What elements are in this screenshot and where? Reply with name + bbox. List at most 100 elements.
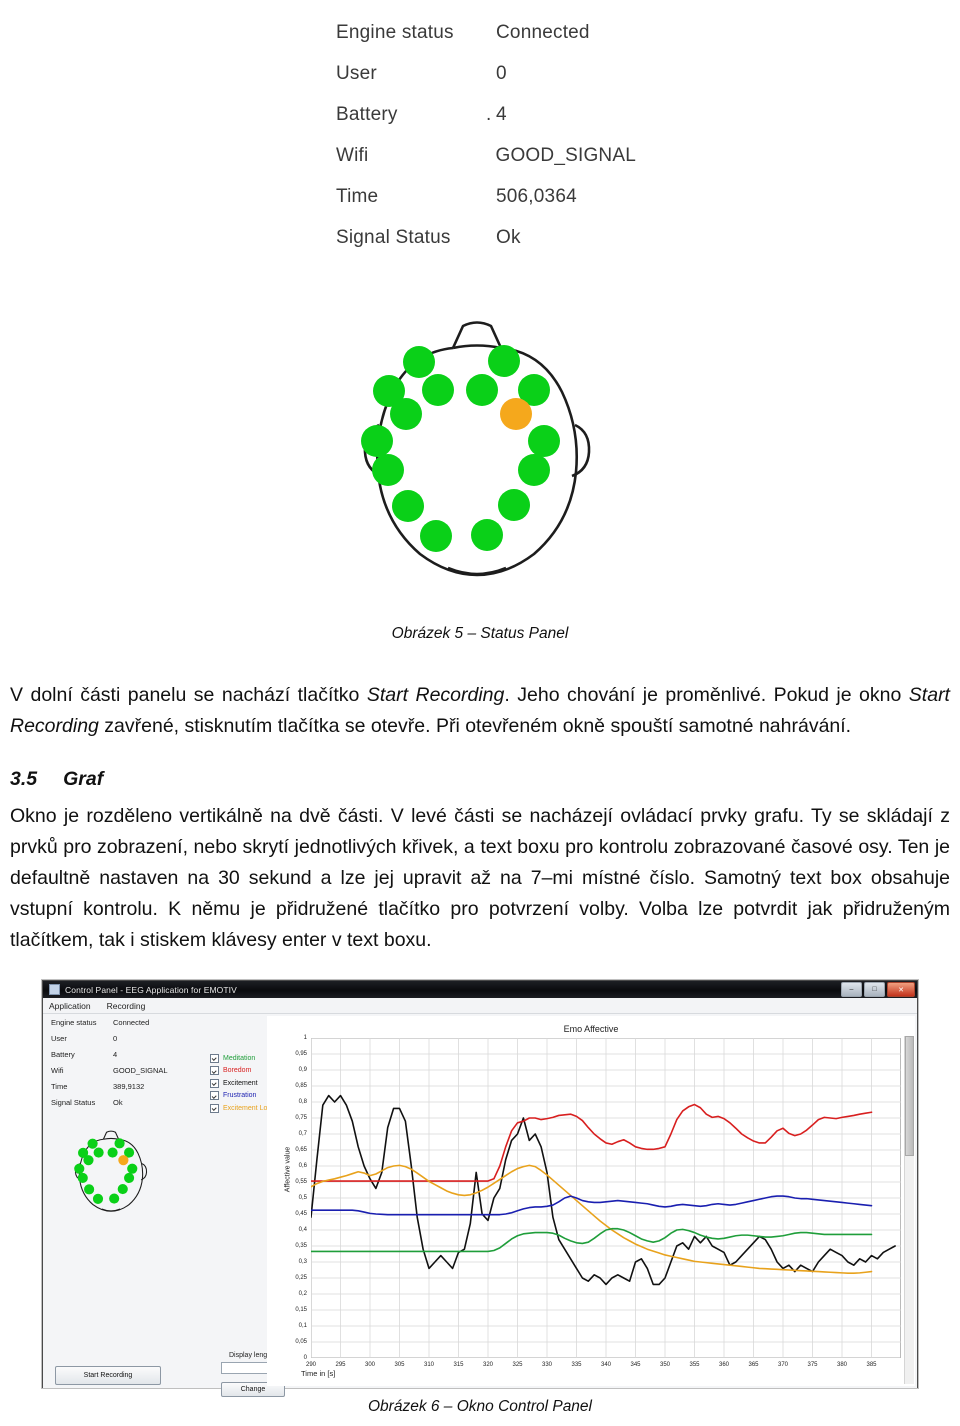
app-status-key: Battery: [51, 1049, 75, 1059]
y-tick-label: 0,75: [295, 1115, 307, 1121]
scrollbar-thumb[interactable]: [905, 1036, 914, 1156]
x-tick-label: 345: [630, 1362, 641, 1368]
close-button[interactable]: ✕: [887, 982, 915, 997]
electrode-good: [518, 454, 550, 486]
electrode-good: [528, 425, 560, 457]
status-key: Wifi: [336, 145, 369, 166]
section-number: 3.5: [10, 768, 38, 790]
app-status-value: 389,9132: [113, 1081, 145, 1091]
electrode-group-small: [74, 1138, 138, 1204]
electrode-warning: [118, 1155, 129, 1166]
x-tick-label: 340: [600, 1362, 612, 1368]
p1-part-c: zavřené, stisknutím tlačítka se otevře. …: [98, 715, 852, 737]
status-row: Signal Status Ok: [336, 227, 636, 268]
chart-plot-area: [311, 1038, 901, 1358]
p1-part-a: V dolní části panelu se nachází tlačítko: [10, 684, 367, 706]
figure-5-caption: Obrázek 5 – Status Panel: [391, 625, 569, 642]
x-tick-label: 310: [423, 1362, 435, 1368]
electrode-good: [93, 1147, 104, 1158]
window-title: Control Panel - EEG Application for EMOT…: [65, 984, 237, 995]
checkbox-icon[interactable]: [210, 1078, 219, 1088]
electrode-good: [498, 489, 530, 521]
checkbox-icon[interactable]: [210, 1053, 219, 1063]
status-row: Battery . 4: [336, 104, 636, 145]
y-tick-label: 0,2: [298, 1291, 307, 1297]
checkbox-excitement-long[interactable]: Excitement Long: [210, 1102, 275, 1115]
status-value: 0: [496, 63, 507, 84]
app-status-key: Signal Status: [51, 1097, 96, 1107]
status-row: User 0: [336, 63, 636, 104]
section-heading: 3.5 Graf: [10, 764, 950, 795]
chart-y-tick-labels: 0 0,05 0,1 0,15 0,2 0,25 0,3 0,35 0,4 0,45 0,5 0,55…: [271, 1035, 307, 1361]
status-key: Time: [336, 186, 379, 207]
app-status-row: Signal Status Ok: [43, 1094, 211, 1110]
status-row: Engine status Connected: [336, 22, 636, 63]
section-title: Graf: [63, 768, 104, 790]
electrode-good: [372, 454, 404, 486]
electrode-good: [466, 374, 498, 406]
electrode-good: [109, 1193, 120, 1204]
app-status-key: Engine status: [51, 1017, 97, 1027]
app-status-value: Ok: [113, 1097, 123, 1107]
electrode-good: [488, 345, 520, 377]
x-tick-label: 355: [689, 1362, 700, 1368]
status-key: User: [336, 63, 377, 84]
electrode-good: [124, 1172, 135, 1184]
y-tick-label: 0,9: [298, 1067, 307, 1073]
x-tick-label: 365: [748, 1362, 759, 1368]
series-toggle-list: Meditation Boredom Excitement Frustratio…: [210, 1052, 275, 1115]
status-value: Connected: [496, 22, 590, 43]
status-panel-list: Engine status Connected User 0 Battery .…: [336, 22, 636, 268]
chart-title: Emo Affective: [563, 1024, 619, 1034]
checkbox-excitement[interactable]: Excitement: [210, 1077, 275, 1090]
x-tick-label: 300: [364, 1362, 376, 1368]
y-tick-label: 1: [303, 1035, 307, 1041]
electrode-good: [74, 1163, 85, 1174]
checkbox-icon[interactable]: [210, 1091, 219, 1101]
app-status-row: Wifi GOOD_SIGNAL: [43, 1062, 211, 1078]
electrode-good: [117, 1183, 128, 1195]
chart-vertical-scrollbar[interactable]: [904, 1036, 914, 1384]
maximize-button[interactable]: □: [864, 982, 885, 997]
checkbox-meditation[interactable]: Meditation: [210, 1052, 275, 1065]
electrode-good: [471, 519, 503, 551]
status-value: Ok: [496, 227, 521, 248]
document-body-text: V dolní části panelu se nachází tlačítko…: [10, 680, 950, 960]
status-row: Wifi GOOD_SIGNAL: [336, 145, 636, 186]
checkbox-frustration[interactable]: Frustration: [210, 1090, 275, 1103]
x-tick-label: 380: [836, 1362, 848, 1368]
status-pane: Engine status Connected User 0 Battery 4…: [43, 1014, 211, 1388]
y-tick-label: 0,5: [298, 1195, 307, 1201]
emo-affective-chart: Emo Affective Affective value 0 0,05 0,1 0,…: [267, 1016, 915, 1386]
checkbox-icon[interactable]: [210, 1066, 219, 1076]
electrode-good: [77, 1172, 88, 1184]
minimize-button[interactable]: –: [841, 982, 862, 997]
y-tick-label: 0,55: [295, 1179, 307, 1185]
checkbox-label: Meditation: [223, 1054, 256, 1062]
y-tick-label: 0,65: [295, 1147, 307, 1153]
app-status-row: Engine status Connected: [43, 1014, 211, 1030]
menu-item-recording[interactable]: Recording: [107, 1001, 146, 1011]
y-tick-label: 0,35: [295, 1243, 307, 1249]
status-row: Time 506,0364: [336, 186, 636, 227]
checkbox-icon[interactable]: [210, 1103, 219, 1113]
checkbox-boredom[interactable]: Boredom: [210, 1065, 275, 1078]
x-tick-label: 320: [482, 1362, 494, 1368]
menu-item-application[interactable]: Application: [49, 1001, 91, 1011]
electrode-group: [361, 345, 560, 552]
y-tick-label: 0,4: [298, 1227, 307, 1233]
x-tick-label: 295: [335, 1362, 346, 1368]
x-tick-label: 290: [305, 1362, 317, 1368]
paragraph-graf: Okno je rozděleno vertikálně na dvě část…: [10, 805, 950, 951]
electrode-good: [392, 490, 424, 522]
electrode-good: [83, 1155, 94, 1166]
status-value: GOOD_SIGNAL: [495, 145, 636, 166]
status-value: 4: [496, 104, 507, 125]
electrode-good: [87, 1138, 98, 1149]
status-key: Battery: [336, 104, 398, 125]
electrode-good: [420, 520, 452, 552]
window-title-bar[interactable]: Control Panel - EEG Application for EMOT…: [43, 981, 917, 998]
start-recording-button[interactable]: Start Recording: [55, 1366, 161, 1385]
y-tick-label: 0: [303, 1355, 307, 1361]
paragraph-start-recording: V dolní části panelu se nachází tlačítko…: [10, 680, 950, 742]
